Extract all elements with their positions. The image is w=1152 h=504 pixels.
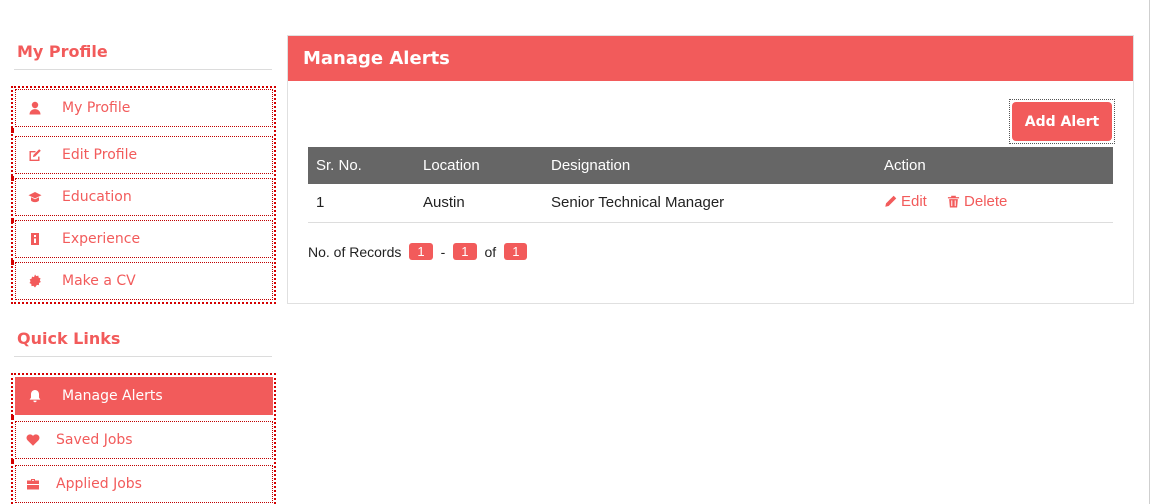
- sidebar-item-label: Applied Jobs: [56, 476, 142, 492]
- sidebar-item-label: Saved Jobs: [56, 432, 133, 448]
- user-icon: [28, 101, 42, 115]
- column-header-designation: Designation: [543, 147, 876, 184]
- pencil-icon: [885, 195, 897, 207]
- heading-divider: [14, 69, 272, 70]
- add-alert-button[interactable]: Add Alert: [1012, 102, 1112, 141]
- trash-icon: [947, 195, 960, 208]
- cell-designation: Senior Technical Manager: [543, 184, 876, 223]
- cell-location: Austin: [415, 184, 543, 223]
- sidebar-item-my-profile[interactable]: My Profile: [15, 89, 273, 127]
- page-title: Manage Alerts: [303, 48, 450, 69]
- menu-separator-mark: [11, 415, 14, 420]
- sidebar-item-applied-jobs[interactable]: Applied Jobs: [15, 465, 273, 503]
- quick-links-menu: Manage Alerts Saved Jobs Applied Jobs: [11, 373, 276, 504]
- records-from-badge: 1: [409, 243, 433, 260]
- column-header-sr-no: Sr. No.: [308, 147, 415, 184]
- profile-menu: My Profile Edit Profile Education Experi…: [11, 86, 276, 304]
- briefcase-icon: [26, 477, 40, 491]
- records-summary: No. of Records 1 - 1 of 1: [308, 243, 535, 260]
- table-row: 1 Austin Senior Technical Manager Edit D…: [308, 184, 1113, 223]
- heart-icon: [26, 433, 40, 447]
- manage-alerts-panel: Manage Alerts Add Alert Sr. No. Location…: [287, 35, 1134, 304]
- delete-alert-link[interactable]: Delete: [947, 193, 1007, 210]
- sidebar-item-label: Manage Alerts: [62, 388, 163, 404]
- cell-sr-no: 1: [308, 184, 415, 223]
- records-total-badge: 1: [504, 243, 528, 260]
- alerts-table: Sr. No. Location Designation Action 1 Au…: [308, 147, 1113, 223]
- menu-separator-mark: [11, 218, 14, 223]
- records-to-badge: 1: [453, 243, 477, 260]
- sidebar-item-saved-jobs[interactable]: Saved Jobs: [15, 421, 273, 459]
- sidebar-item-experience[interactable]: Experience: [15, 220, 273, 258]
- menu-separator-mark: [11, 459, 14, 464]
- cell-actions: Edit Delete: [876, 184, 1113, 223]
- quick-links-heading: Quick Links: [17, 329, 121, 348]
- delete-link-label: Delete: [964, 193, 1008, 211]
- sidebar-item-label: Make a CV: [62, 273, 136, 289]
- menu-separator-mark: [11, 128, 14, 133]
- heading-divider: [14, 356, 272, 357]
- column-header-location: Location: [415, 147, 543, 184]
- edit-icon: [28, 148, 42, 162]
- sidebar-item-make-cv[interactable]: Make a CV: [15, 262, 273, 300]
- graduation-cap-icon: [28, 190, 42, 204]
- my-profile-heading: My Profile: [17, 42, 108, 61]
- sidebar-item-label: Experience: [62, 231, 141, 247]
- sidebar-item-education[interactable]: Education: [15, 178, 273, 216]
- sidebar-item-label: My Profile: [62, 100, 131, 116]
- certificate-icon: [28, 274, 42, 288]
- sidebar-item-label: Edit Profile: [62, 147, 138, 163]
- records-label: No. of Records: [308, 243, 402, 260]
- sidebar-item-manage-alerts[interactable]: Manage Alerts: [15, 377, 273, 415]
- records-of-text: of: [484, 243, 497, 260]
- edit-link-label: Edit: [901, 193, 927, 211]
- table-header-row: Sr. No. Location Designation Action: [308, 147, 1113, 184]
- sidebar-item-edit-profile[interactable]: Edit Profile: [15, 136, 273, 174]
- add-alert-button-focus-ring: Add Alert: [1009, 99, 1115, 144]
- menu-separator-mark: [11, 260, 14, 265]
- panel-header: Manage Alerts: [288, 36, 1133, 81]
- records-dash: -: [440, 243, 446, 260]
- bell-icon: [28, 389, 42, 403]
- page-edge-divider: [1149, 0, 1150, 504]
- column-header-action: Action: [876, 147, 1113, 184]
- sidebar-item-label: Education: [62, 189, 132, 205]
- edit-alert-link[interactable]: Edit: [884, 193, 927, 210]
- briefcase-badge-icon: [28, 232, 42, 246]
- menu-separator-mark: [11, 176, 14, 181]
